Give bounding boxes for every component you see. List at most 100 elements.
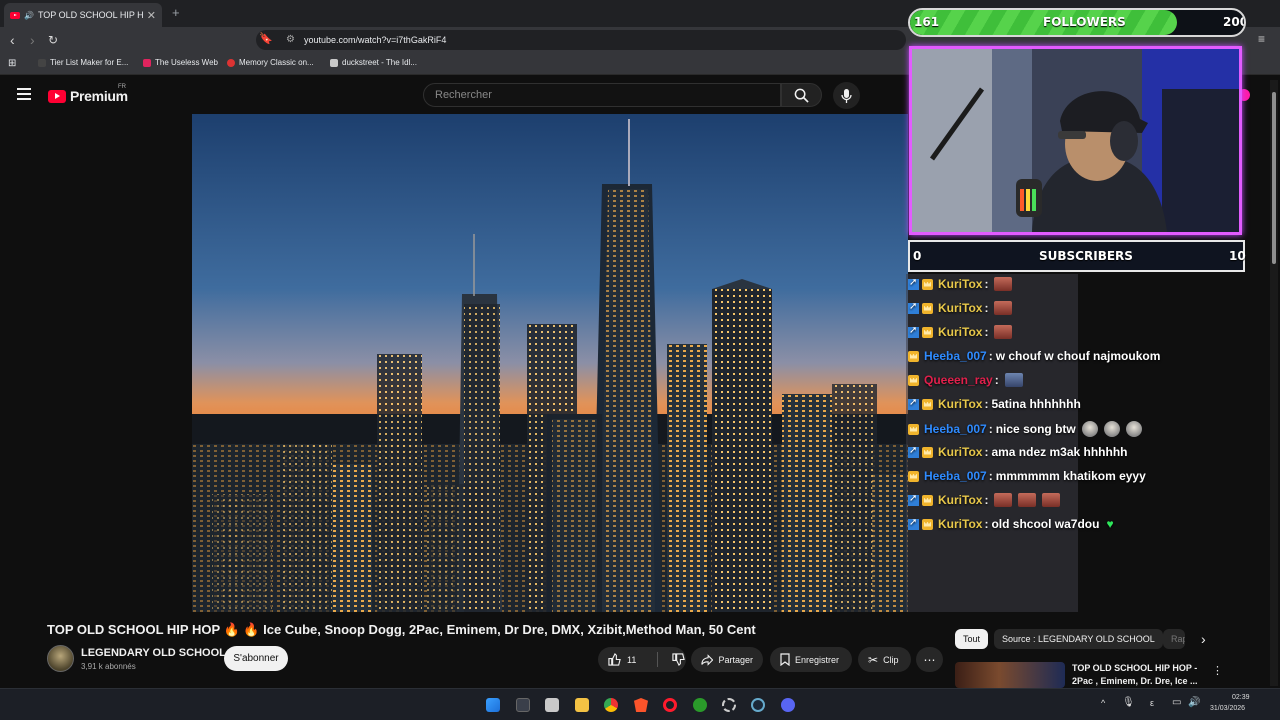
menu-icon[interactable]	[17, 88, 31, 100]
tab-title: TOP OLD SCHOOL HIP HOP 🔥	[37, 9, 143, 20]
brave-icon[interactable]	[634, 698, 648, 712]
search-input[interactable]: Rechercher	[423, 83, 781, 107]
windows-start-icon[interactable]	[486, 698, 500, 712]
chat-message: KuriTox :5atina hhhhhhh	[908, 397, 1081, 411]
chevron-right-icon[interactable]: ›	[1201, 631, 1206, 647]
steam-icon[interactable]	[751, 698, 765, 712]
site-info-icon[interactable]: ⚙	[286, 34, 295, 45]
bookmark-favicon-icon	[38, 58, 46, 67]
discord-icon[interactable]	[781, 698, 795, 712]
chat-username: KuriTox	[938, 277, 983, 291]
chat-text: old shcool wa7dou	[991, 517, 1100, 531]
crown-badge-icon	[922, 518, 933, 530]
meme-emote-icon	[1103, 421, 1120, 437]
channel-name[interactable]: LEGENDARY OLD SCHOOL	[81, 647, 226, 659]
bookmark-save-icon	[780, 653, 790, 666]
followers-current: 161	[914, 15, 940, 29]
like-button[interactable]: 11	[598, 647, 652, 672]
crown-badge-icon	[922, 278, 933, 290]
store-icon[interactable]	[545, 698, 559, 712]
scrollbar-thumb[interactable]	[1272, 92, 1276, 264]
network-icon[interactable]: ▭	[1172, 697, 1181, 708]
bookmark-favicon-icon	[227, 58, 235, 67]
chat-username: Heeba_007	[924, 422, 987, 436]
chat-username: KuriTox	[938, 493, 983, 507]
crown-badge-icon	[908, 374, 919, 386]
like-count: 11	[627, 654, 637, 665]
chat-username: KuriTox	[938, 301, 983, 315]
chat-username: Heeba_007	[924, 469, 987, 483]
subscribers-label: SUBSCRIBERS	[1039, 249, 1133, 263]
crown-badge-icon	[908, 350, 919, 362]
prime-badge-icon	[908, 493, 919, 506]
forward-icon[interactable]: ›	[30, 32, 35, 48]
chip-rap[interactable]: Rap	[1163, 629, 1185, 649]
clock-date[interactable]: 31/03/2026	[1210, 705, 1245, 712]
browser-tab[interactable]: 🔊 TOP OLD SCHOOL HIP HOP 🔥 ✕	[4, 3, 162, 27]
voice-search-button[interactable]	[833, 82, 860, 109]
save-button[interactable]: Enregistrer	[770, 647, 852, 672]
chip-source[interactable]: Source : LEGENDARY OLD SCHOOL	[994, 629, 1163, 649]
settings-app-icon[interactable]	[722, 698, 736, 712]
chat-text: w chouf w chouf najmoukom	[995, 349, 1161, 363]
bookmark-item[interactable]: Tier List Maker for E...	[38, 58, 128, 67]
address-bar[interactable]: ⚙ youtube.com/watch?v=i7thGakRiF4	[256, 30, 906, 50]
suggested-video-title[interactable]: TOP OLD SCHOOL HIP HOP - 2Pac , Eminem, …	[1072, 662, 1202, 688]
xbox-icon[interactable]	[693, 698, 707, 712]
chat-message: Heeba_007 : nice song btw	[908, 421, 1142, 437]
youtube-logo[interactable]: Premium FR	[48, 84, 128, 104]
suggested-video-thumbnail[interactable]	[955, 662, 1065, 688]
chat-username: KuriTox	[938, 517, 983, 531]
volume-icon[interactable]: 🔊	[1188, 697, 1200, 708]
youtube-play-icon	[48, 89, 66, 103]
search-icon	[794, 88, 809, 103]
speaker-icon[interactable]: 🔊	[24, 11, 34, 20]
language-icon[interactable]: ε	[1150, 698, 1154, 708]
search-button[interactable]	[781, 83, 822, 107]
prime-badge-icon	[908, 517, 919, 530]
bookmark-icon[interactable]: 🔖	[259, 32, 273, 45]
tray-microphone-icon[interactable]: 🎙	[1122, 697, 1135, 708]
apps-grid-icon[interactable]: ⊞	[8, 58, 16, 69]
fire-emote-icon	[1042, 493, 1061, 507]
channel-avatar[interactable]	[47, 645, 74, 672]
bookmark-item[interactable]: The Useless Web	[143, 58, 218, 67]
clock-time[interactable]: 02:39	[1232, 694, 1250, 701]
more-vert-icon[interactable]: ⋮	[1212, 664, 1223, 677]
chat-username: KuriTox	[938, 325, 983, 339]
streamer-webcam-image	[912, 49, 1239, 232]
dislike-button[interactable]	[663, 653, 685, 666]
webcam-feed	[909, 46, 1242, 235]
reload-icon[interactable]: ↻	[48, 32, 58, 48]
clip-button[interactable]: ✂ Clip	[858, 647, 911, 672]
chat-text: nice song btw	[995, 422, 1076, 436]
prime-badge-icon	[908, 325, 919, 338]
bookmark-item[interactable]: Memory Classic on...	[227, 58, 314, 67]
crown-badge-icon	[908, 470, 919, 482]
chrome-icon[interactable]	[604, 698, 618, 712]
crown-badge-icon	[922, 398, 933, 410]
new-tab-icon[interactable]: +	[172, 5, 180, 20]
thumbs-down-icon	[672, 653, 685, 666]
share-button[interactable]: Partager	[691, 647, 763, 672]
video-player[interactable]	[192, 114, 908, 612]
chat-message: KuriTox :	[908, 325, 1013, 339]
crown-badge-icon	[922, 326, 933, 338]
chat-message: KuriTox :	[908, 277, 1013, 291]
chevron-up-icon[interactable]: ^	[1101, 698, 1105, 708]
fire-emote-icon	[994, 493, 1013, 507]
chip-all[interactable]: Tout	[955, 629, 989, 649]
cat-emote-icon	[1004, 373, 1023, 387]
subscribe-button[interactable]: S'abonner	[224, 646, 288, 671]
more-actions-button[interactable]: ⋯	[916, 647, 943, 672]
back-icon[interactable]: ‹	[10, 32, 15, 48]
channel-subscriber-count: 3,91 k abonnés	[81, 662, 136, 671]
file-explorer-icon[interactable]	[575, 698, 589, 712]
bookmark-item[interactable]: duckstreet - The Idl...	[330, 58, 417, 67]
chat-message: Heeba_007 :w chouf w chouf najmoukom	[908, 349, 1160, 363]
prime-badge-icon	[908, 445, 919, 458]
opera-icon[interactable]	[663, 698, 677, 712]
close-tab-icon[interactable]: ✕	[147, 9, 156, 22]
task-view-icon[interactable]	[516, 698, 530, 712]
browser-menu-icon[interactable]: ≡	[1258, 32, 1265, 46]
